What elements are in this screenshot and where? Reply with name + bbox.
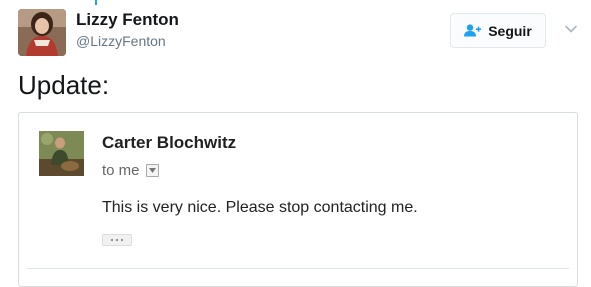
sender-avatar — [39, 131, 84, 176]
top-accent-mark — [95, 0, 97, 5]
author-display-name[interactable]: Lizzy Fenton — [76, 10, 179, 30]
author-handle[interactable]: @LizzyFenton — [76, 33, 166, 49]
recipient-line: to me — [102, 162, 159, 179]
recipient-label: to me — [102, 162, 140, 179]
add-user-icon — [464, 24, 482, 37]
follow-button[interactable]: Seguir — [450, 13, 546, 48]
ellipsis-icon — [110, 238, 124, 242]
show-details-toggle[interactable] — [145, 164, 159, 177]
show-trimmed-content-button[interactable] — [102, 234, 132, 246]
follow-button-label: Seguir — [488, 22, 532, 39]
tweet-text: Update: — [18, 70, 110, 100]
email-body: This is very nice. Please stop contactin… — [102, 199, 418, 216]
triangle-down-icon — [148, 168, 156, 173]
author-avatar[interactable] — [18, 9, 66, 56]
sender-photo — [39, 131, 84, 176]
chevron-down-icon[interactable] — [564, 22, 578, 36]
email-screenshot-card: Carter Blochwitz to me This is very nice… — [18, 112, 578, 287]
card-divider — [27, 268, 569, 269]
sender-name: Carter Blochwitz — [102, 133, 237, 152]
author-photo — [18, 9, 66, 56]
